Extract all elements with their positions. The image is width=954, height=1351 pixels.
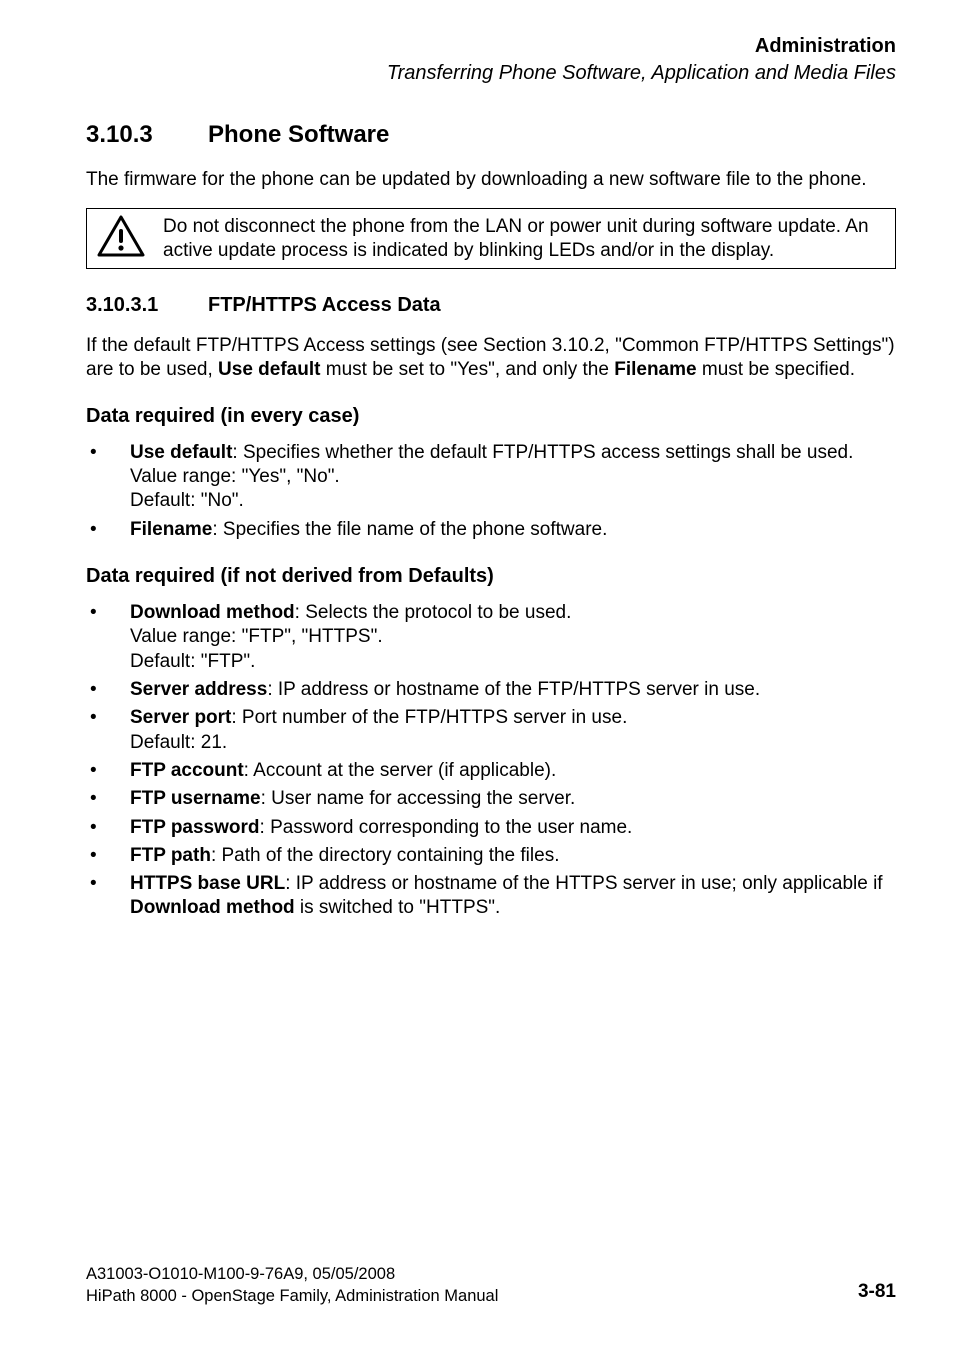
term: Use default [130, 442, 232, 463]
page-footer: A31003-O1010-M100-9-76A9, 05/05/2008 HiP… [86, 1264, 896, 1307]
para-text: must be set to "Yes", and only the [320, 359, 614, 380]
para-bold: Use default [218, 359, 320, 380]
footer-left: A31003-O1010-M100-9-76A9, 05/05/2008 HiP… [86, 1264, 498, 1307]
extra: Default: "FTP". [130, 651, 255, 672]
term: Download method [130, 897, 295, 918]
list-item: Download method: Selects the protocol to… [86, 601, 896, 674]
header-chapter-path: Transferring Phone Software, Application… [86, 61, 896, 86]
subsection-title: FTP/HTTPS Access Data [208, 294, 441, 316]
running-header: Administration Transferring Phone Softwa… [86, 34, 896, 86]
para-text: must be specified. [697, 359, 855, 380]
term: FTP username [130, 788, 261, 809]
block1-heading: Data required (in every case) [86, 404, 896, 429]
section-title: Phone Software [208, 121, 389, 148]
desc: : IP address or hostname of the HTTPS se… [285, 873, 882, 894]
desc: : Password corresponding to the user nam… [260, 817, 633, 838]
header-category: Administration [86, 34, 896, 59]
para-bold: Filename [614, 359, 696, 380]
list-item: FTP username: User name for accessing th… [86, 787, 896, 811]
subsection-number: 3.10.3.1 [86, 293, 208, 318]
list-item: HTTPS base URL: IP address or hostname o… [86, 872, 896, 921]
term: Filename [130, 519, 212, 540]
extra: Default: 21. [130, 732, 227, 753]
warning-box: Do not disconnect the phone from the LAN… [86, 208, 896, 270]
extra: Value range: "FTP", "HTTPS". [130, 626, 383, 647]
extra: Default: "No". [130, 490, 244, 511]
list-item: Server address: IP address or hostname o… [86, 678, 896, 702]
list-item: FTP password: Password corresponding to … [86, 816, 896, 840]
desc: : IP address or hostname of the FTP/HTTP… [267, 679, 760, 700]
warning-text: Do not disconnect the phone from the LAN… [163, 215, 885, 263]
section-number: 3.10.3 [86, 120, 208, 150]
term: Download method [130, 602, 295, 623]
desc: is switched to "HTTPS". [295, 897, 501, 918]
desc: : Specifies the file name of the phone s… [212, 519, 607, 540]
block1-list: Use default: Specifies whether the defau… [86, 441, 896, 542]
list-item: Use default: Specifies whether the defau… [86, 441, 896, 514]
desc: : Account at the server (if applicable). [244, 760, 557, 781]
term: FTP account [130, 760, 244, 781]
list-item: FTP account: Account at the server (if a… [86, 759, 896, 783]
term: HTTPS base URL [130, 873, 285, 894]
term: FTP password [130, 817, 260, 838]
desc: : Path of the directory containing the f… [211, 845, 560, 866]
subsection-paragraph: If the default FTP/HTTPS Access settings… [86, 334, 896, 382]
term: Server port [130, 707, 231, 728]
desc: : Selects the protocol to be used. [295, 602, 572, 623]
warning-icon [97, 215, 145, 257]
section-intro: The firmware for the phone can be update… [86, 168, 896, 192]
footer-line2: HiPath 8000 - OpenStage Family, Administ… [86, 1287, 498, 1305]
list-item: Server port: Port number of the FTP/HTTP… [86, 706, 896, 755]
block2-list: Download method: Selects the protocol to… [86, 601, 896, 921]
desc: : Specifies whether the default FTP/HTTP… [130, 442, 853, 487]
list-item: Filename: Specifies the file name of the… [86, 518, 896, 542]
term: Server address [130, 679, 267, 700]
list-item: FTP path: Path of the directory containi… [86, 844, 896, 868]
section-heading: 3.10.3Phone Software [86, 120, 896, 150]
subsection-heading: 3.10.3.1FTP/HTTPS Access Data [86, 293, 896, 318]
term: FTP path [130, 845, 211, 866]
page-number: 3-81 [858, 1280, 896, 1304]
document-page: Administration Transferring Phone Softwa… [0, 0, 954, 1351]
desc: : Port number of the FTP/HTTPS server in… [231, 707, 627, 728]
desc: : User name for accessing the server. [261, 788, 576, 809]
block2-heading: Data required (if not derived from Defau… [86, 564, 896, 589]
footer-line1: A31003-O1010-M100-9-76A9, 05/05/2008 [86, 1265, 395, 1283]
